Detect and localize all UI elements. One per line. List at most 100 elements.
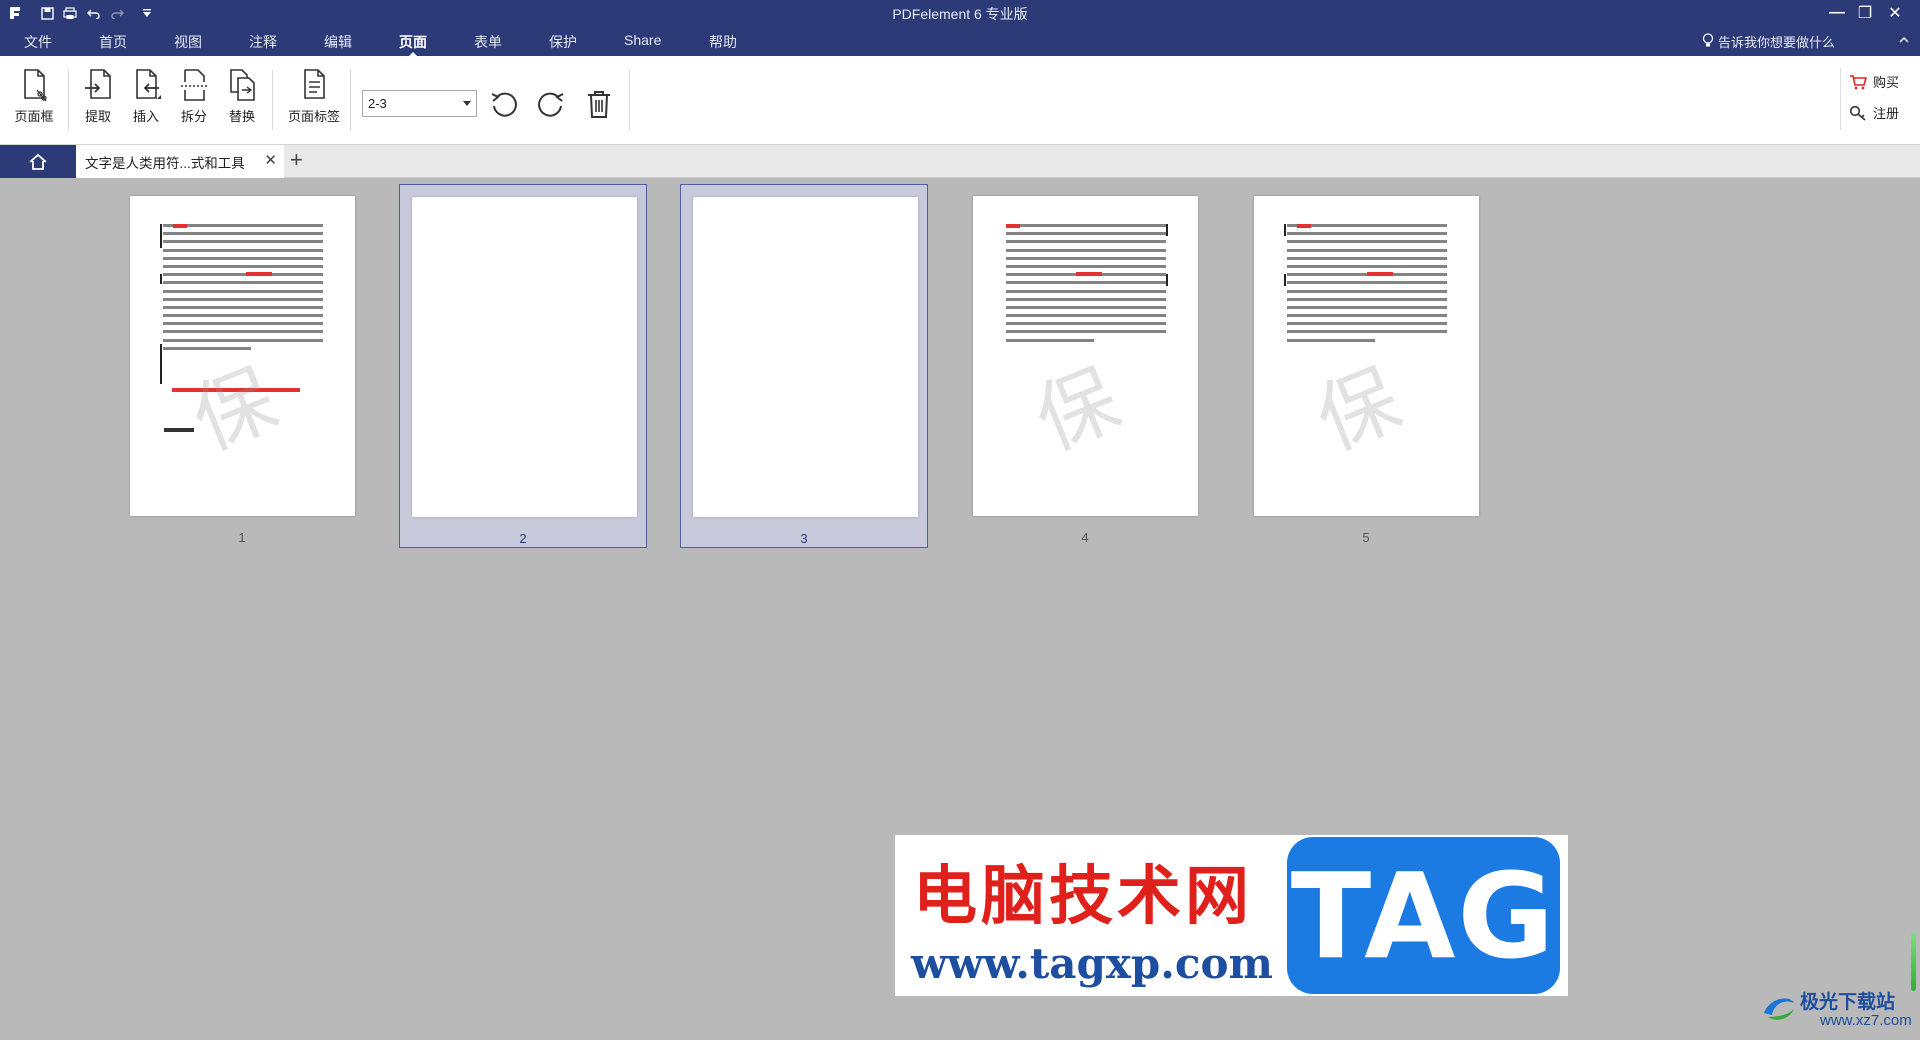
page-box-label: 页面框 — [14, 109, 54, 124]
page-number: 4 — [1081, 530, 1089, 545]
banner-url-text: www.tagxp.com — [911, 939, 1273, 988]
highlight-mark — [1076, 272, 1102, 276]
change-bar — [1166, 224, 1168, 236]
page-preview — [412, 197, 637, 517]
watermark-glyph: 保 — [1303, 351, 1413, 469]
trash-icon — [588, 91, 610, 118]
tell-me-label: 告诉我你想要做什么 — [1718, 35, 1836, 50]
menu-protect[interactable]: 保护 — [549, 32, 577, 56]
register-button[interactable]: 注册 — [1849, 103, 1899, 122]
page-label-button[interactable]: 页面标签 — [288, 66, 340, 134]
change-bar — [1166, 274, 1168, 286]
page-thumbnail-1[interactable]: 保 1 — [118, 184, 366, 548]
tell-me-search[interactable]: 告诉我你想要做什么 — [1702, 32, 1835, 51]
page-box-icon — [24, 69, 47, 102]
home-icon — [29, 153, 47, 170]
rotate-left-button[interactable] — [486, 86, 522, 122]
collapse-ribbon-icon[interactable] — [1895, 30, 1913, 48]
close-window-button[interactable]: ✕ — [1882, 2, 1908, 24]
page-number: 3 — [800, 531, 808, 546]
page-thumbnail-5[interactable]: 保 5 — [1242, 184, 1490, 548]
rotate-left-icon — [491, 92, 517, 117]
register-label: 注册 — [1873, 106, 1900, 121]
banner-tag-logo: TAG — [1287, 837, 1560, 994]
page-text-lines — [163, 224, 323, 355]
ribbon-toolbar: 页面框 提取 插入 拆分 替换 页面标签 2-3 购买 注册 — [0, 56, 1920, 145]
key-icon — [1849, 105, 1866, 121]
delete-page-button[interactable] — [581, 86, 617, 122]
ribbon-separator — [350, 70, 351, 130]
buy-label: 购买 — [1873, 75, 1900, 90]
replace-label: 替换 — [228, 109, 255, 124]
app-title: PDFelement 6 专业版 — [892, 6, 1028, 22]
document-tab-strip: 文字是人类用符...式和工具 ✕ + — [0, 145, 1920, 178]
highlight-mark — [246, 272, 272, 276]
split-icon — [181, 69, 207, 101]
insert-label: 插入 — [132, 109, 159, 124]
ribbon-separator — [1840, 68, 1841, 130]
add-tab-button[interactable]: + — [290, 148, 303, 172]
menu-view[interactable]: 视图 — [174, 32, 202, 56]
split-button[interactable]: 拆分 — [168, 66, 220, 134]
menu-edit[interactable]: 编辑 — [324, 32, 352, 56]
rotate-right-icon — [538, 92, 564, 117]
change-bar — [1284, 274, 1286, 286]
corner-logo-url: www.xz7.com — [1820, 1012, 1912, 1029]
buy-button[interactable]: 购买 — [1849, 72, 1899, 91]
site-watermark-banner: 电脑技术网 www.tagxp.com TAG — [895, 835, 1568, 996]
extract-label: 提取 — [84, 109, 111, 124]
page-range-value: 2-3 — [368, 96, 387, 111]
menu-bar: 文件 首页 视图 注释 编辑 页面 表单 保护 Share 帮助 告诉我你想要做… — [0, 27, 1920, 57]
insert-button[interactable]: 插入 — [120, 66, 172, 134]
restore-button[interactable]: ❐ — [1852, 2, 1878, 24]
menu-form[interactable]: 表单 — [474, 32, 502, 56]
menu-help[interactable]: 帮助 — [709, 32, 737, 56]
title-bar: PDFelement 6 专业版 — ❐ ✕ — [0, 0, 1920, 27]
change-bar — [160, 344, 162, 384]
page-thumbnail-2[interactable]: 2 — [399, 184, 647, 548]
page1-bottom-text-mark — [164, 428, 194, 432]
document-tab-title: 文字是人类用符...式和工具 — [85, 156, 245, 171]
page-preview — [693, 197, 918, 517]
lightbulb-icon — [1702, 32, 1714, 51]
close-tab-button[interactable]: ✕ — [264, 151, 277, 169]
menu-home[interactable]: 首页 — [99, 32, 127, 56]
highlight-mark — [1006, 224, 1020, 228]
page-box-button[interactable]: 页面框 — [8, 66, 60, 134]
page-preview: 保 — [973, 196, 1198, 516]
change-bar — [1284, 224, 1286, 236]
corner-site-logo: 极光下载站 www.xz7.com — [1760, 985, 1920, 1035]
menu-comment[interactable]: 注释 — [249, 32, 277, 56]
page-thumbnail-4[interactable]: 保 4 — [961, 184, 1209, 548]
replace-button[interactable]: 替换 — [216, 66, 268, 134]
menu-file[interactable]: 文件 — [24, 32, 52, 56]
change-bar — [160, 274, 162, 284]
swirl-logo-icon — [1764, 998, 1794, 1020]
cart-icon — [1850, 74, 1867, 89]
minimize-button[interactable]: — — [1824, 2, 1850, 24]
page-thumbnail-3[interactable]: 3 — [680, 184, 928, 548]
extract-icon — [85, 69, 111, 99]
page-number: 5 — [1362, 530, 1370, 545]
page-range-select[interactable]: 2-3 — [362, 90, 477, 117]
document-tab[interactable]: 文字是人类用符...式和工具 ✕ — [76, 145, 284, 178]
ribbon-separator — [629, 70, 630, 130]
scroll-indicator[interactable] — [1911, 933, 1916, 991]
ribbon-separator — [272, 70, 273, 130]
page-number: 2 — [519, 531, 527, 546]
page-label-icon — [304, 69, 325, 99]
page-preview: 保 — [1254, 196, 1479, 516]
home-tab[interactable] — [0, 145, 76, 178]
extract-button[interactable]: 提取 — [72, 66, 124, 134]
replace-icon — [230, 69, 255, 101]
menu-share[interactable]: Share — [624, 32, 661, 56]
page-number: 1 — [238, 530, 246, 545]
menu-page[interactable]: 页面 — [399, 32, 427, 57]
banner-chinese-text: 电脑技术网 — [913, 860, 1253, 934]
watermark-glyph: 保 — [179, 351, 289, 469]
rotate-right-button[interactable] — [533, 86, 569, 122]
ribbon-separator — [68, 70, 69, 130]
page-preview: 保 — [130, 196, 355, 516]
page-label-label: 页面标签 — [288, 109, 341, 124]
page-text-lines — [1287, 224, 1447, 347]
